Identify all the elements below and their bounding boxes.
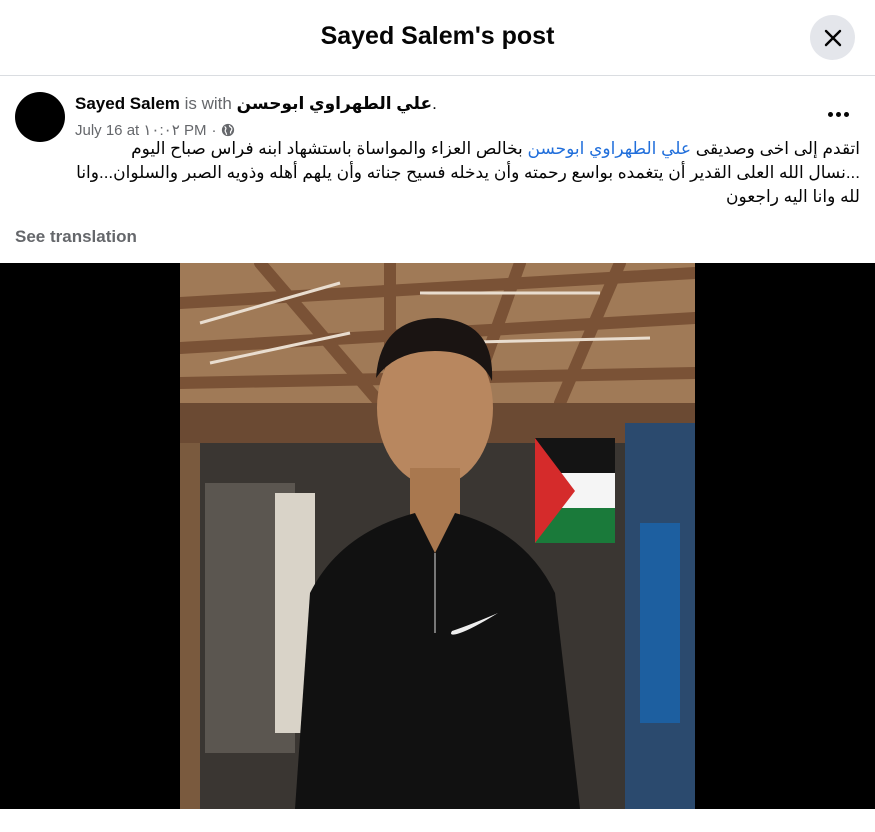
post-text-line-3: لله وانا اليه راجعون — [726, 187, 860, 206]
post-text-line-1: اتقدم إلى اخى وصديقى علي الطهراوي ابوحسن… — [12, 137, 860, 161]
see-translation-link[interactable]: See translation — [15, 227, 137, 247]
post-text: اتقدم إلى اخى وصديقى علي الطهراوي ابوحسن… — [12, 137, 860, 209]
more-options-icon — [827, 111, 833, 117]
mention-link[interactable]: علي الطهراوي ابوحسن — [528, 139, 692, 158]
separator: · — [211, 121, 217, 139]
page-title: Sayed Salem's post — [320, 22, 555, 50]
close-button[interactable] — [810, 15, 855, 60]
more-dot — [843, 111, 849, 117]
more-dot — [835, 111, 841, 117]
bottom-strip — [0, 809, 875, 832]
author-line: Sayed Salem is with علي الطهراوي ابوحسن. — [75, 94, 437, 114]
post-header: Sayed Salem is with علي الطهراوي ابوحسن.… — [0, 76, 875, 142]
author-name[interactable]: Sayed Salem — [75, 94, 180, 113]
photo-illustration — [180, 263, 695, 809]
post-photo[interactable] — [180, 263, 695, 809]
is-with-text: is with — [179, 94, 237, 113]
close-icon — [824, 29, 841, 46]
photo-viewer — [0, 263, 875, 809]
tagged-suffix: . — [432, 94, 437, 113]
post-text-line-2: ...نسال الله العلى القدير أن يتغمده بواس… — [76, 163, 860, 182]
text-segment: بخالص العزاء والمواساة باستشهاد ابنه فرا… — [131, 139, 528, 158]
text-segment: اتقدم إلى اخى وصديقى — [691, 139, 860, 158]
tagged-user[interactable]: علي الطهراوي ابوحسن — [237, 94, 432, 113]
more-options-button[interactable] — [820, 100, 856, 128]
globe-icon[interactable] — [221, 123, 235, 137]
modal-header: Sayed Salem's post — [0, 0, 875, 76]
avatar[interactable] — [15, 92, 65, 142]
